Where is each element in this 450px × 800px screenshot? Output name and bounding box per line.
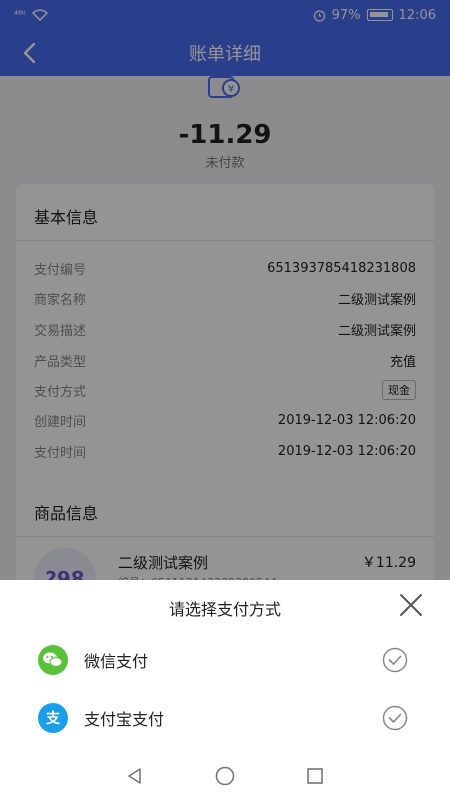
close-icon bbox=[400, 594, 422, 616]
square-recents-icon bbox=[307, 768, 323, 784]
nav-back-button[interactable] bbox=[124, 765, 146, 787]
modal-overlay[interactable] bbox=[0, 0, 450, 580]
check-circle-icon[interactable] bbox=[382, 647, 408, 673]
payment-option-alipay[interactable]: 支 支付宝支付 bbox=[0, 690, 450, 746]
wechat-icon bbox=[38, 645, 68, 675]
sheet-title: 请选择支付方式 bbox=[168, 600, 281, 619]
payment-option-wechat[interactable]: 微信支付 bbox=[0, 632, 450, 688]
triangle-back-icon bbox=[128, 768, 141, 784]
circle-home-icon bbox=[215, 766, 235, 786]
nav-home-button[interactable] bbox=[214, 765, 236, 787]
system-nav-bar bbox=[0, 752, 450, 800]
close-button[interactable] bbox=[396, 590, 426, 620]
check-circle-icon[interactable] bbox=[382, 705, 408, 731]
nav-recents-button[interactable] bbox=[304, 765, 326, 787]
svg-text:支: 支 bbox=[45, 710, 61, 727]
alipay-icon: 支 bbox=[38, 703, 68, 733]
payment-option-label: 支付宝支付 bbox=[84, 710, 165, 729]
payment-option-label: 微信支付 bbox=[84, 652, 149, 671]
